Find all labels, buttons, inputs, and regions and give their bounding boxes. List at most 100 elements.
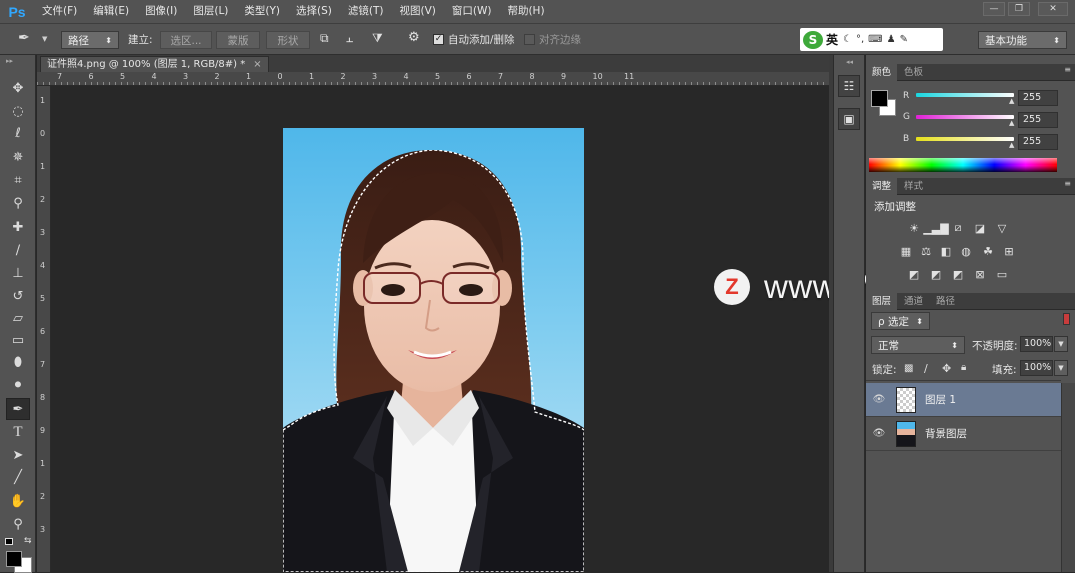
make-shape-button[interactable]: 形状: [266, 31, 310, 49]
clone-stamp-tool-icon[interactable]: ⊥: [6, 262, 30, 284]
eraser-tool-icon[interactable]: ▱: [6, 307, 30, 329]
expand-panels-icon[interactable]: ◂◂: [846, 58, 853, 66]
curves-icon[interactable]: ⧄: [950, 221, 966, 235]
color-spectrum-bar[interactable]: [869, 158, 1057, 172]
photo-filter-icon[interactable]: ◍: [958, 244, 974, 258]
channel-r-slider[interactable]: [916, 93, 1014, 97]
workspace-select[interactable]: 基本功能 ⬍: [978, 31, 1067, 49]
path-selection-tool-icon[interactable]: ➤: [6, 444, 30, 466]
punctuation-icon[interactable]: °,: [856, 34, 864, 45]
menu-type[interactable]: 类型(Y): [236, 0, 288, 23]
layer-filter-select[interactable]: ρ 选定 ⬍: [871, 312, 930, 330]
path-alignment-icon[interactable]: ⫠: [346, 31, 353, 46]
crop-tool-icon[interactable]: ⌗: [6, 169, 30, 191]
dodge-tool-icon[interactable]: ⚫: [6, 374, 30, 396]
channel-g-input[interactable]: 255: [1018, 112, 1058, 128]
menu-image[interactable]: 图像(I): [137, 0, 185, 23]
visibility-eye-icon[interactable]: 👁︎: [870, 394, 888, 405]
pen-tool-preset-icon[interactable]: ✒: [18, 30, 30, 46]
maximize-button[interactable]: ❐: [1008, 2, 1030, 16]
moon-icon[interactable]: ☾: [843, 34, 852, 45]
tab-layers[interactable]: 图层: [866, 293, 898, 310]
visibility-eye-icon[interactable]: 👁︎: [870, 428, 888, 439]
channel-b-slider[interactable]: [916, 137, 1014, 141]
layer-row-background[interactable]: 👁︎ 背景图层: [866, 417, 1061, 451]
foreground-color-swatch[interactable]: [6, 551, 22, 567]
lasso-tool-icon[interactable]: ℓ: [6, 122, 30, 144]
blur-tool-icon[interactable]: ⬮: [6, 351, 30, 373]
tab-paths[interactable]: 路径: [930, 293, 961, 310]
invert-icon[interactable]: ◩: [906, 267, 922, 281]
wrench-icon[interactable]: ✎: [900, 34, 908, 45]
fill-input[interactable]: 100%: [1020, 360, 1053, 376]
panel-menu-icon[interactable]: ≡: [1064, 65, 1071, 74]
user-icon[interactable]: ♟: [887, 34, 896, 45]
slider-thumb-icon[interactable]: ▲: [1009, 119, 1014, 127]
opacity-dropdown-icon[interactable]: ▼: [1054, 336, 1068, 352]
align-edges-checkbox[interactable]: [524, 34, 535, 45]
tab-adjustments[interactable]: 调整: [866, 178, 898, 195]
panel-menu-icon[interactable]: ≡: [1064, 179, 1071, 188]
collapse-toolbar-icon[interactable]: ▸▸: [6, 57, 13, 65]
swap-colors-icon[interactable]: ⇆: [24, 536, 32, 546]
lock-pixels-icon[interactable]: ∕: [924, 362, 928, 375]
menu-select[interactable]: 选择(S): [288, 0, 340, 23]
menu-window[interactable]: 窗口(W): [444, 0, 500, 23]
opacity-input[interactable]: 100%: [1020, 336, 1053, 352]
type-tool-icon[interactable]: T: [6, 421, 30, 443]
gradient-map-icon[interactable]: ▭: [994, 267, 1010, 281]
layers-scrollbar[interactable]: [1061, 383, 1075, 572]
color-lookup-icon[interactable]: ⊞: [1001, 244, 1017, 258]
document-tab[interactable]: 证件照4.png @ 100% (图层 1, RGB/8#) * ×: [40, 56, 269, 72]
hue-saturation-icon[interactable]: ▦: [898, 244, 914, 258]
channel-mixer-icon[interactable]: ☘: [980, 244, 996, 258]
threshold-icon[interactable]: ◩: [950, 267, 966, 281]
lock-position-icon[interactable]: ✥: [942, 362, 951, 375]
menu-file[interactable]: 文件(F): [34, 0, 85, 23]
hand-tool-icon[interactable]: ✋: [6, 490, 30, 512]
history-brush-tool-icon[interactable]: ↺: [6, 285, 30, 307]
menu-help[interactable]: 帮助(H): [499, 0, 552, 23]
lock-transparency-icon[interactable]: ▩: [904, 363, 913, 374]
exposure-icon[interactable]: ◪: [972, 221, 988, 235]
levels-icon[interactable]: ▁▃▇: [923, 221, 948, 235]
pen-mode-select[interactable]: 路径 ⬍: [61, 31, 119, 49]
eyedropper-tool-icon[interactable]: ⚲: [6, 192, 30, 214]
close-button[interactable]: ✕: [1038, 2, 1068, 16]
menu-view[interactable]: 视图(V): [391, 0, 443, 23]
brush-tool-icon[interactable]: ∕: [6, 239, 30, 261]
path-operations-icon[interactable]: ⧉: [320, 31, 329, 46]
ime-language-indicator[interactable]: 英: [826, 31, 838, 48]
slider-thumb-icon[interactable]: ▲: [1009, 97, 1014, 105]
blend-mode-select[interactable]: 正常 ⬍: [871, 336, 965, 354]
gradient-tool-icon[interactable]: ▭: [6, 329, 30, 351]
line-tool-icon[interactable]: ╱: [6, 466, 30, 488]
filter-toggle-icon[interactable]: [1063, 313, 1070, 325]
selective-color-icon[interactable]: ⊠: [972, 267, 988, 281]
tab-channels[interactable]: 通道: [898, 293, 929, 310]
minimize-button[interactable]: —: [983, 2, 1005, 16]
vibrance-icon[interactable]: ▽: [994, 221, 1010, 235]
channel-r-input[interactable]: 255: [1018, 90, 1058, 106]
pen-tool-icon[interactable]: ✒: [6, 398, 30, 420]
keyboard-icon[interactable]: ⌨: [868, 34, 882, 45]
menu-layer[interactable]: 图层(L): [185, 0, 236, 23]
black-white-icon[interactable]: ◧: [938, 244, 954, 258]
posterize-icon[interactable]: ◩: [928, 267, 944, 281]
default-colors-icon[interactable]: [5, 538, 13, 545]
tab-color[interactable]: 颜色: [866, 64, 898, 81]
tab-styles[interactable]: 样式: [898, 178, 929, 195]
marquee-tool-icon[interactable]: ◌: [6, 100, 30, 122]
history-panel-icon[interactable]: ☷: [838, 75, 860, 97]
auto-add-delete-checkbox[interactable]: ✓: [433, 34, 444, 45]
channel-b-input[interactable]: 255: [1018, 134, 1058, 150]
preset-dropdown-arrow-icon[interactable]: ▼: [42, 35, 47, 43]
lock-all-icon[interactable]: 🔒︎: [961, 362, 966, 373]
close-tab-icon[interactable]: ×: [253, 59, 261, 70]
channel-g-slider[interactable]: [916, 115, 1014, 119]
menu-edit[interactable]: 编辑(E): [85, 0, 137, 23]
properties-panel-icon[interactable]: ▣: [838, 108, 860, 130]
ime-toolbar[interactable]: S 英 ☾ °, ⌨ ♟ ✎: [800, 28, 943, 51]
menu-filter[interactable]: 滤镜(T): [340, 0, 392, 23]
gear-icon[interactable]: ⚙: [408, 30, 420, 45]
